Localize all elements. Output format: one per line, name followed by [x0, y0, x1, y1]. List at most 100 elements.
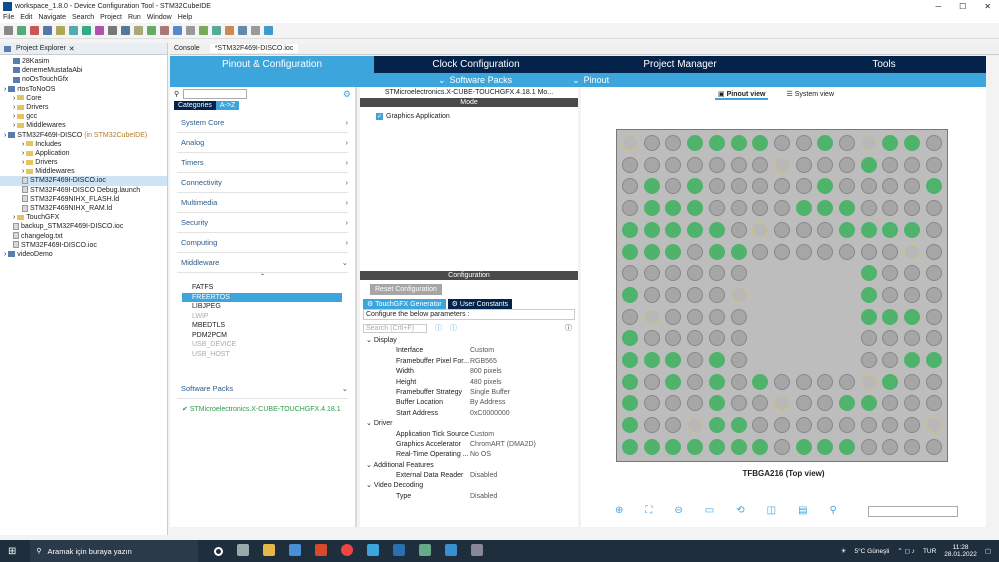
category-item[interactable]: Middleware ⌄: [177, 253, 348, 273]
pin[interactable]: [904, 178, 921, 195]
param-group[interactable]: ⌄ Additional Features: [360, 461, 578, 471]
pin[interactable]: [730, 178, 747, 195]
pin[interactable]: [904, 417, 921, 434]
editor-tab[interactable]: *STM32F469I-DISCO.ioc: [209, 44, 299, 53]
pin[interactable]: [665, 395, 682, 412]
pin[interactable]: [708, 200, 725, 217]
pin[interactable]: [622, 308, 638, 325]
pin[interactable]: [730, 330, 747, 347]
pin[interactable]: [904, 135, 921, 151]
pin[interactable]: [925, 265, 942, 282]
toolbar-button-icon[interactable]: [160, 26, 169, 35]
middleware-item[interactable]: FATFS: [170, 283, 355, 293]
tree-item[interactable]: noOsTouchGfx: [0, 75, 167, 84]
toolbar-button-icon[interactable]: [225, 26, 234, 35]
toolbar-button-icon[interactable]: [251, 26, 260, 35]
pin[interactable]: [687, 265, 704, 282]
toolbar-button-icon[interactable]: [4, 26, 13, 35]
pin[interactable]: [687, 243, 704, 260]
pin[interactable]: [687, 135, 704, 151]
tab-software-packs[interactable]: Software Packs: [450, 75, 513, 85]
pin[interactable]: [708, 243, 725, 260]
menu-item-navigate[interactable]: Navigate: [38, 14, 66, 21]
collapse-icon[interactable]: ⌃: [170, 273, 355, 283]
toolbar-button-icon[interactable]: [264, 26, 273, 35]
param-row[interactable]: Framebuffer Pixel For... RGB565: [360, 357, 578, 367]
pin[interactable]: [665, 178, 682, 195]
pin[interactable]: [817, 395, 834, 412]
pin[interactable]: [795, 243, 812, 260]
middleware-item[interactable]: LIBJPEG: [170, 302, 355, 312]
pin[interactable]: [643, 330, 660, 347]
pin[interactable]: [622, 330, 638, 347]
pin[interactable]: [860, 417, 877, 434]
pin[interactable]: [730, 200, 747, 217]
pin[interactable]: [925, 243, 942, 260]
category-item[interactable]: Multimedia ›: [177, 193, 348, 213]
tree-item[interactable]: › Core: [0, 94, 167, 103]
pin[interactable]: [839, 438, 855, 455]
pin[interactable]: [925, 330, 942, 347]
toolbar-button-icon[interactable]: [238, 26, 247, 35]
menu-item-search[interactable]: Search: [72, 14, 94, 21]
pin[interactable]: [752, 156, 769, 173]
pin[interactable]: [730, 352, 747, 368]
param-row[interactable]: Width 800 pixels: [360, 367, 578, 377]
pin[interactable]: [817, 178, 834, 195]
pin[interactable]: [752, 373, 769, 390]
middleware-item[interactable]: PDM2PCM: [170, 331, 355, 341]
pin[interactable]: [904, 286, 921, 303]
pin[interactable]: [925, 178, 942, 195]
pin[interactable]: [622, 352, 638, 368]
pin[interactable]: [882, 330, 899, 347]
editor-tab[interactable]: Console: [174, 45, 200, 52]
zoom-out-icon[interactable]: ⊖: [674, 505, 682, 516]
close-icon[interactable]: ✕: [984, 2, 991, 11]
pin[interactable]: [643, 373, 660, 390]
pin[interactable]: [622, 438, 638, 455]
pin[interactable]: [708, 135, 725, 151]
pin[interactable]: [643, 438, 660, 455]
chrome-icon[interactable]: [341, 544, 354, 556]
toolbar-button-icon[interactable]: [186, 26, 195, 35]
tree-item[interactable]: › Drivers: [0, 158, 167, 167]
pin[interactable]: [882, 438, 899, 455]
tree-item[interactable]: › rtosToNoOS: [0, 85, 167, 94]
pin[interactable]: [752, 221, 769, 238]
category-item[interactable]: Timers ›: [177, 153, 348, 173]
main-tab[interactable]: Clock Configuration: [374, 56, 578, 73]
pin[interactable]: [752, 395, 769, 412]
pin[interactable]: [643, 265, 660, 282]
param-row[interactable]: Height 480 pixels: [360, 378, 578, 388]
pin[interactable]: [795, 395, 812, 412]
tree-item[interactable]: › gcc: [0, 112, 167, 121]
main-tab[interactable]: Tools: [782, 56, 986, 73]
cortana-icon[interactable]: [214, 547, 224, 556]
pin[interactable]: [665, 286, 682, 303]
pin[interactable]: [773, 438, 790, 455]
pin[interactable]: [752, 417, 769, 434]
pin[interactable]: [882, 308, 899, 325]
pin[interactable]: [665, 438, 682, 455]
pin[interactable]: [687, 308, 704, 325]
pin[interactable]: [730, 221, 747, 238]
pin[interactable]: [708, 330, 725, 347]
pin[interactable]: [860, 221, 877, 238]
middleware-item[interactable]: FREERTOS: [182, 292, 342, 302]
pin[interactable]: [882, 352, 899, 368]
pin[interactable]: [795, 221, 812, 238]
pin[interactable]: [687, 200, 704, 217]
pin[interactable]: [643, 243, 660, 260]
pin[interactable]: [839, 243, 855, 260]
pin[interactable]: [817, 438, 834, 455]
checkbox[interactable]: ✓: [376, 113, 383, 120]
pin[interactable]: [687, 286, 704, 303]
param-row[interactable]: Graphics Accelerator ChromART (DMA2D): [360, 440, 578, 450]
tray-icons[interactable]: ⌃ ◻ ♪: [897, 547, 915, 555]
menu-item-edit[interactable]: Edit: [20, 14, 32, 21]
pin[interactable]: [817, 156, 834, 173]
info-icon[interactable]: ⓘ: [565, 323, 572, 333]
pin[interactable]: [795, 373, 812, 390]
pin[interactable]: [665, 221, 682, 238]
pin[interactable]: [730, 373, 747, 390]
